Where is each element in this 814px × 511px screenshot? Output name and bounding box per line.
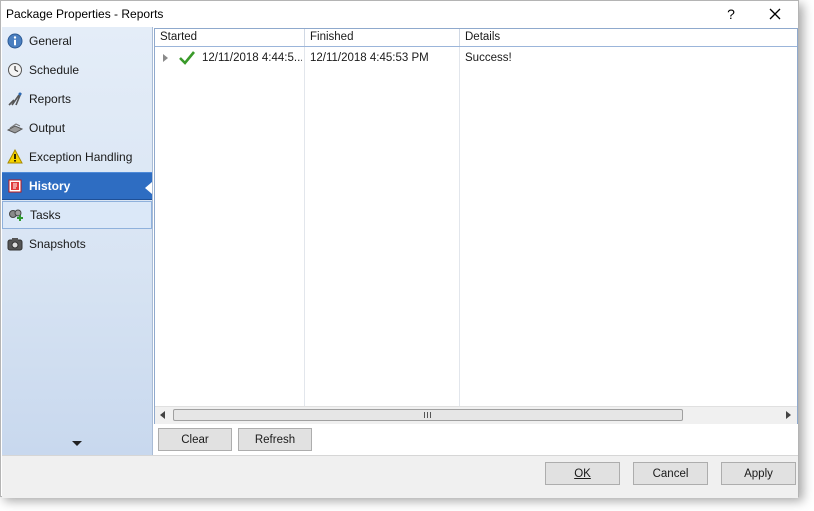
sidebar-item-label: Output — [29, 121, 66, 135]
reports-icon — [7, 91, 23, 107]
sidebar-item-reports[interactable]: Reports — [2, 85, 152, 113]
help-button[interactable]: ? — [709, 1, 753, 27]
warning-icon — [7, 149, 23, 165]
cell-started: 12/11/2018 4:44:5... — [202, 52, 302, 64]
sidebar-item-label: Reports — [29, 92, 72, 106]
sidebar-item-general[interactable]: General — [2, 27, 152, 55]
scroll-right-icon[interactable] — [786, 411, 791, 419]
column-header-started[interactable]: Started — [155, 29, 305, 46]
sidebar-item-snapshots[interactable]: Snapshots — [2, 230, 152, 258]
close-button[interactable] — [753, 1, 797, 27]
scroll-left-icon[interactable] — [160, 411, 165, 419]
sidebar-item-label: History — [29, 179, 71, 193]
scrollbar-thumb[interactable] — [173, 409, 683, 421]
sidebar-item-label: Tasks — [30, 208, 61, 222]
apply-button-label: Apply — [744, 467, 773, 480]
check-icon — [179, 51, 195, 65]
column-divider — [459, 47, 460, 407]
cancel-button[interactable]: Cancel — [633, 462, 708, 485]
package-properties-dialog: Package Properties - Reports ? General S… — [0, 0, 799, 498]
sidebar-item-history[interactable]: History — [2, 172, 152, 200]
grip-icon — [424, 412, 431, 418]
sidebar-item-label: Exception Handling — [29, 150, 133, 164]
expand-arrow-icon[interactable] — [163, 54, 168, 62]
sidebar-item-schedule[interactable]: Schedule — [2, 56, 152, 84]
sidebar-item-exception-handling[interactable]: Exception Handling — [2, 143, 152, 171]
clear-button[interactable]: Clear — [158, 428, 232, 451]
apply-button[interactable]: Apply — [721, 462, 796, 485]
cancel-button-label: Cancel — [652, 467, 689, 480]
cell-details: Success! — [465, 52, 512, 64]
column-header-details[interactable]: Details — [460, 29, 797, 46]
sidebar-item-output[interactable]: Output — [2, 114, 152, 142]
active-indicator — [145, 182, 152, 194]
sidebar-item-label: Schedule — [29, 63, 80, 77]
close-icon — [769, 8, 781, 20]
history-grid: Started Finished Details 12/11/2018 4:44… — [154, 28, 798, 424]
window-title: Package Properties - Reports — [6, 7, 164, 21]
title-bar: Package Properties - Reports ? — [1, 1, 798, 27]
output-icon — [7, 120, 23, 136]
ok-button-label: OK — [574, 467, 591, 480]
column-divider — [304, 47, 305, 407]
refresh-button[interactable]: Refresh — [238, 428, 312, 451]
sidebar-item-tasks[interactable]: Tasks — [2, 201, 152, 229]
tasks-icon — [8, 207, 24, 223]
horizontal-scrollbar[interactable] — [155, 406, 797, 424]
camera-icon — [7, 236, 23, 252]
clock-icon — [7, 62, 23, 78]
sidebar-item-label: General — [29, 34, 72, 48]
cell-finished: 12/11/2018 4:45:53 PM — [310, 52, 429, 64]
table-row[interactable]: 12/11/2018 4:44:5... 12/11/2018 4:45:53 … — [155, 47, 797, 69]
sidebar-scroll-down-icon[interactable] — [72, 441, 82, 446]
history-icon — [7, 178, 23, 194]
info-icon — [7, 33, 23, 49]
sidebar-item-label: Snapshots — [29, 237, 86, 251]
sidebar-nav: General Schedule Reports Output Exceptio… — [2, 27, 153, 455]
ok-button[interactable]: OK — [545, 462, 620, 485]
column-header-finished[interactable]: Finished — [305, 29, 460, 46]
grid-header: Started Finished Details — [155, 29, 797, 47]
